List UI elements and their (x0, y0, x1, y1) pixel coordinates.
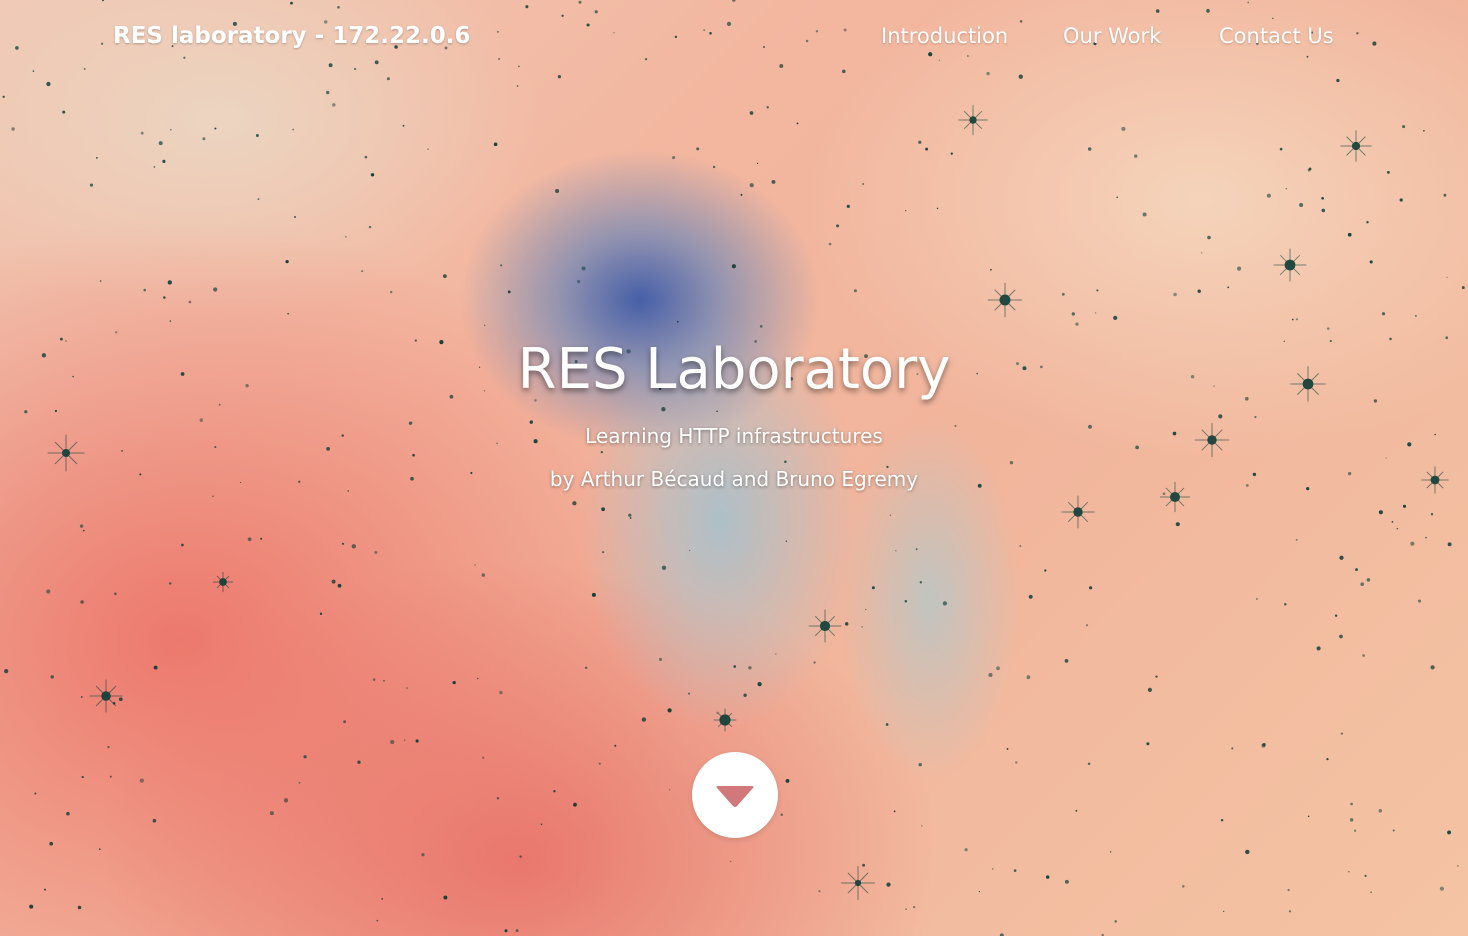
nav-link-contact-us[interactable]: Contact Us (1219, 21, 1334, 51)
hero-title: RES Laboratory (517, 337, 951, 402)
hero-subtitle: Learning HTTP infrastructures (585, 424, 883, 448)
hero-authors: by Arthur Bécaud and Bruno Egremy (549, 467, 919, 491)
hero-section: RES laboratory - 172.22.0.6 Introduction… (0, 0, 1468, 936)
hero-content: RES Laboratory Learning HTTP infrastruct… (0, 332, 1468, 493)
caret-down-icon (716, 786, 754, 807)
top-navbar: RES laboratory - 172.22.0.6 Introduction… (0, 0, 1468, 72)
brand-link[interactable]: RES laboratory - 172.22.0.6 (113, 20, 470, 52)
scroll-down-button[interactable] (692, 752, 778, 838)
nav-link-introduction[interactable]: Introduction (881, 21, 1008, 51)
nav-link-our-work[interactable]: Our Work (1063, 21, 1161, 51)
